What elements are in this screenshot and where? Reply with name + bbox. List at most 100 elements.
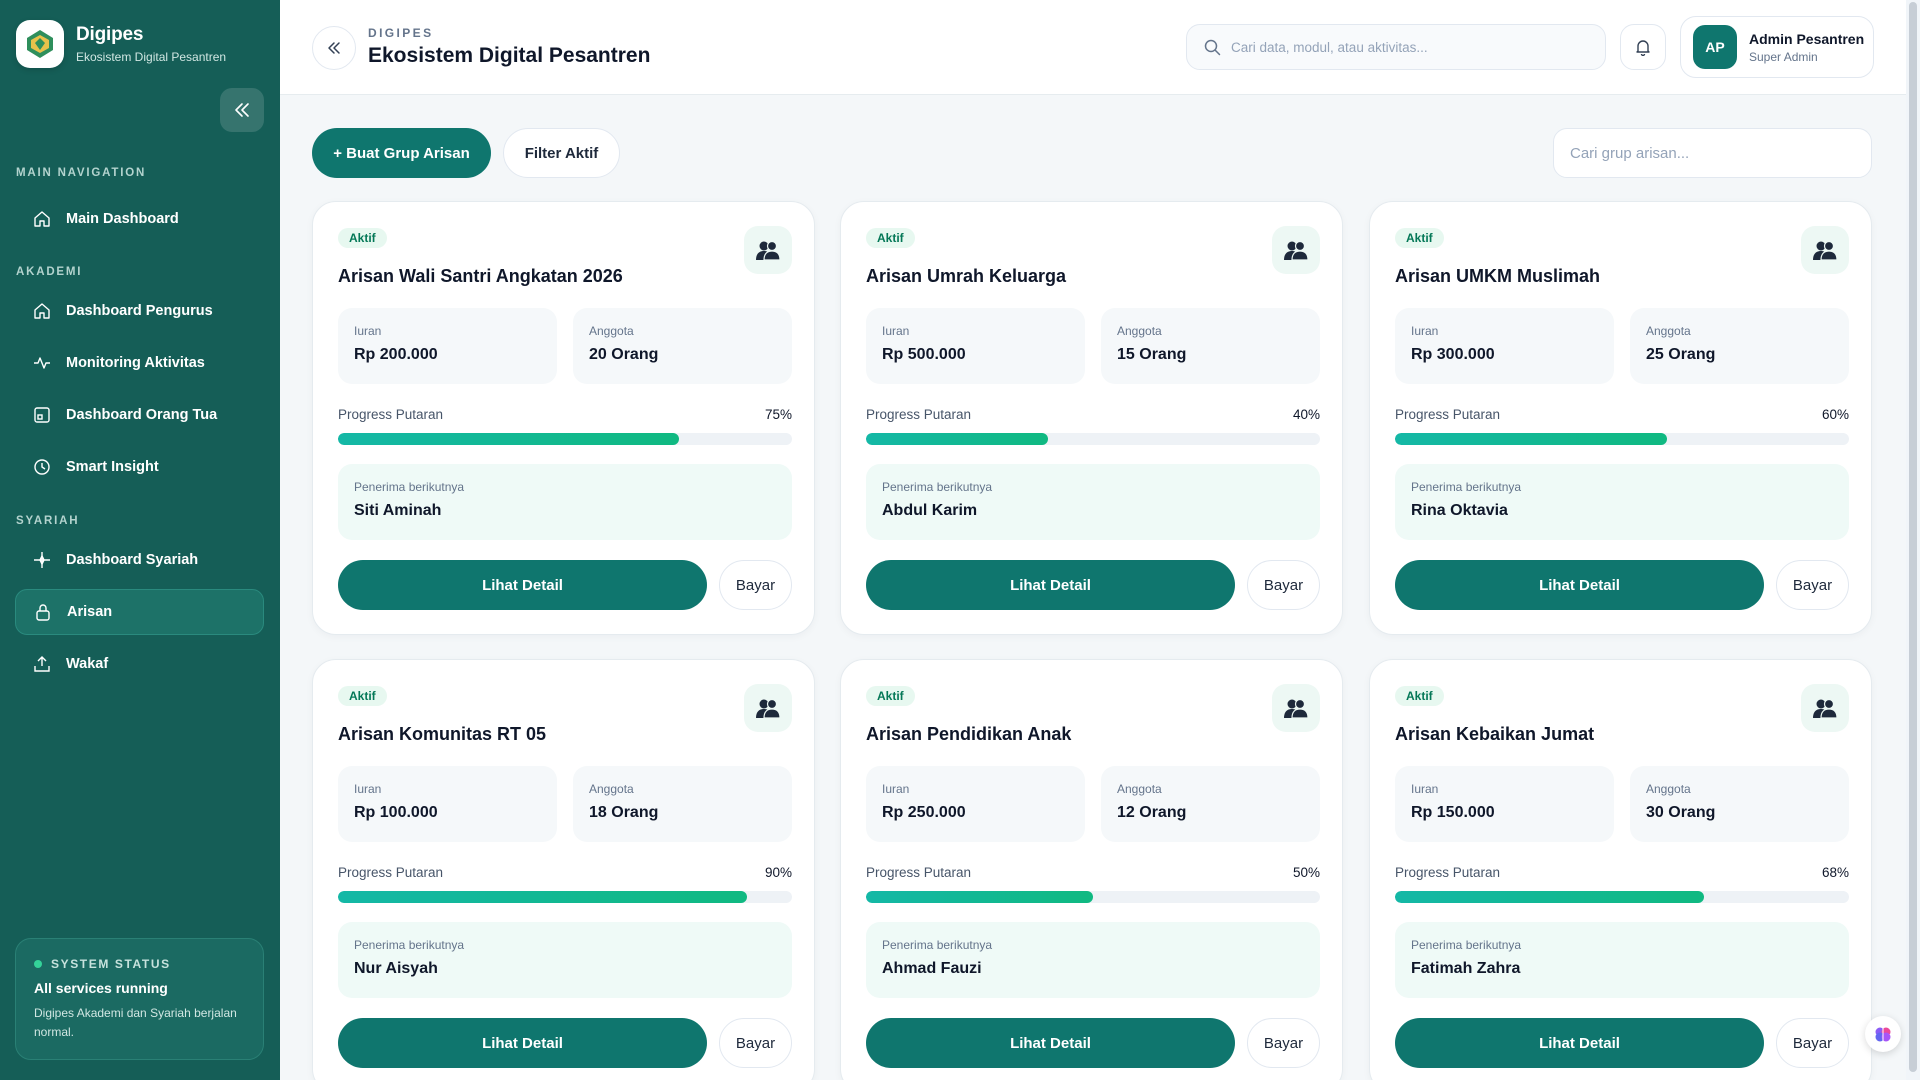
sidebar-item-dashboard-orang-tua[interactable]: Dashboard Orang Tua bbox=[15, 392, 264, 438]
system-status-title: All services running bbox=[34, 980, 168, 996]
iuran-stat: Iuran Rp 250.000 bbox=[866, 766, 1085, 842]
recipient-name: Nur Aisyah bbox=[354, 960, 438, 977]
back-button[interactable] bbox=[312, 26, 356, 70]
iuran-label: Iuran bbox=[354, 782, 382, 796]
group-title: Arisan Kebaikan Jumat bbox=[1395, 724, 1595, 744]
anggota-value: 18 Orang bbox=[589, 804, 659, 821]
iuran-label: Iuran bbox=[1411, 782, 1439, 796]
pay-button[interactable]: Bayar bbox=[719, 1018, 792, 1068]
next-recipient-box: Penerima berikutnya Fatimah Zahra bbox=[1395, 922, 1849, 998]
anggota-label: Anggota bbox=[1646, 782, 1691, 796]
global-search-input[interactable] bbox=[1231, 39, 1591, 55]
recipient-name: Ahmad Fauzi bbox=[882, 960, 982, 977]
sidebar-item-dashboard-pengurus[interactable]: Dashboard Pengurus bbox=[15, 288, 264, 334]
group-users-icon bbox=[1801, 684, 1849, 732]
avatar: AP bbox=[1693, 25, 1737, 69]
anggota-value: 15 Orang bbox=[1117, 346, 1187, 363]
anggota-stat: Anggota 20 Orang bbox=[573, 308, 792, 384]
view-detail-button[interactable]: Lihat Detail bbox=[338, 1018, 707, 1068]
chevrons-left-icon bbox=[328, 42, 340, 54]
sidebar-item-monitoring-aktivitas[interactable]: Monitoring Aktivitas bbox=[15, 340, 264, 386]
iuran-stat: Iuran Rp 200.000 bbox=[338, 308, 557, 384]
bell-icon bbox=[1636, 40, 1650, 56]
window-icon bbox=[32, 405, 52, 425]
recipient-label: Penerima berikutnya bbox=[354, 480, 465, 494]
iuran-value: Rp 250.000 bbox=[882, 804, 966, 821]
user-profile-menu[interactable]: AP Admin Pesantren Super Admin bbox=[1680, 16, 1874, 78]
group-users-icon bbox=[744, 226, 792, 274]
progress-label: Progress Putaran bbox=[1395, 407, 1501, 422]
next-recipient-box: Penerima berikutnya Rina Oktavia bbox=[1395, 464, 1849, 540]
next-recipient-box: Penerima berikutnya Ahmad Fauzi bbox=[866, 922, 1320, 998]
group-search[interactable] bbox=[1553, 128, 1872, 178]
sidebar-item-label: Dashboard Orang Tua bbox=[66, 407, 218, 423]
sidebar-item-arisan[interactable]: Arisan bbox=[15, 589, 264, 635]
arisan-group-card: Aktif Arisan Komunitas RT 05 Iuran Rp 10… bbox=[312, 659, 815, 1080]
progress-bar bbox=[1395, 433, 1849, 445]
view-detail-button[interactable]: Lihat Detail bbox=[1395, 560, 1764, 610]
progress-fill bbox=[338, 891, 747, 903]
group-search-input[interactable] bbox=[1570, 144, 1860, 162]
sidebar-collapse-button[interactable] bbox=[220, 88, 264, 132]
create-group-button[interactable]: + Buat Grup Arisan bbox=[312, 128, 491, 178]
iuran-stat: Iuran Rp 100.000 bbox=[338, 766, 557, 842]
arisan-group-card: Aktif Arisan Kebaikan Jumat Iuran Rp 150… bbox=[1369, 659, 1872, 1080]
sidebar-item-label: Wakaf bbox=[66, 656, 109, 672]
header-kicker: DIGIPES bbox=[368, 26, 434, 40]
sidebar-item-main-dashboard[interactable]: Main Dashboard bbox=[15, 196, 264, 242]
status-badge: Aktif bbox=[866, 686, 915, 706]
next-recipient-box: Penerima berikutnya Siti Aminah bbox=[338, 464, 792, 540]
group-users-icon bbox=[1272, 226, 1320, 274]
next-recipient-box: Penerima berikutnya Nur Aisyah bbox=[338, 922, 792, 998]
sidebar-item-label: Main Dashboard bbox=[66, 211, 179, 227]
sidebar-item-dashboard-syariah[interactable]: Dashboard Syariah bbox=[15, 537, 264, 583]
progress-value: 68% bbox=[1821, 865, 1849, 880]
iuran-value: Rp 200.000 bbox=[354, 346, 438, 363]
filter-active-button[interactable]: Filter Aktif bbox=[503, 128, 620, 178]
pay-button[interactable]: Bayar bbox=[1776, 1018, 1849, 1068]
iuran-label: Iuran bbox=[354, 324, 382, 338]
anggota-value: 25 Orang bbox=[1646, 346, 1716, 363]
anggota-stat: Anggota 30 Orang bbox=[1630, 766, 1849, 842]
anggota-stat: Anggota 15 Orang bbox=[1101, 308, 1320, 384]
group-title: Arisan Wali Santri Angkatan 2026 bbox=[338, 266, 623, 286]
progress-bar bbox=[338, 433, 792, 445]
notifications-button[interactable] bbox=[1620, 24, 1666, 70]
status-badge: Aktif bbox=[866, 228, 915, 248]
sidebar-item-label: Smart Insight bbox=[66, 459, 159, 475]
view-detail-button[interactable]: Lihat Detail bbox=[338, 560, 707, 610]
view-detail-button[interactable]: Lihat Detail bbox=[866, 560, 1235, 610]
scrollbar-thumb[interactable] bbox=[1909, 2, 1917, 1072]
anggota-label: Anggota bbox=[589, 324, 634, 338]
arisan-group-card: Aktif Arisan Wali Santri Angkatan 2026 I… bbox=[312, 201, 815, 635]
pay-button[interactable]: Bayar bbox=[719, 560, 792, 610]
view-detail-button[interactable]: Lihat Detail bbox=[866, 1018, 1235, 1068]
iuran-label: Iuran bbox=[882, 324, 910, 338]
global-search[interactable] bbox=[1186, 24, 1606, 70]
view-detail-button[interactable]: Lihat Detail bbox=[1395, 1018, 1764, 1068]
recipient-name: Rina Oktavia bbox=[1411, 502, 1508, 519]
chevrons-left-icon bbox=[235, 103, 249, 117]
sidebar-item-smart-insight[interactable]: Smart Insight bbox=[15, 444, 264, 490]
page-scrollbar[interactable] bbox=[1906, 0, 1920, 1080]
brand[interactable]: Digipes Ekosistem Digital Pesantren bbox=[16, 20, 226, 68]
progress-fill bbox=[1395, 433, 1668, 445]
sidebar-item-wakaf[interactable]: Wakaf bbox=[15, 641, 264, 687]
system-status-label: SYSTEM STATUS bbox=[51, 957, 171, 971]
recipient-label: Penerima berikutnya bbox=[1411, 938, 1522, 952]
pay-button[interactable]: Bayar bbox=[1247, 560, 1320, 610]
status-badge: Aktif bbox=[338, 228, 387, 248]
anggota-stat: Anggota 12 Orang bbox=[1101, 766, 1320, 842]
pay-button[interactable]: Bayar bbox=[1776, 560, 1849, 610]
recipient-name: Abdul Karim bbox=[882, 502, 978, 519]
pay-button[interactable]: Bayar bbox=[1247, 1018, 1320, 1068]
clock-icon bbox=[32, 457, 52, 477]
assistant-button[interactable] bbox=[1865, 1016, 1901, 1052]
arisan-group-card: Aktif Arisan Umrah Keluarga Iuran Rp 500… bbox=[840, 201, 1343, 635]
iuran-stat: Iuran Rp 500.000 bbox=[866, 308, 1085, 384]
system-status-desc: Digipes Akademi dan Syariah berjalan nor… bbox=[34, 1006, 237, 1039]
recipient-label: Penerima berikutnya bbox=[354, 938, 465, 952]
sparkle-icon bbox=[32, 550, 52, 570]
iuran-label: Iuran bbox=[882, 782, 910, 796]
progress-label: Progress Putaran bbox=[866, 865, 972, 880]
